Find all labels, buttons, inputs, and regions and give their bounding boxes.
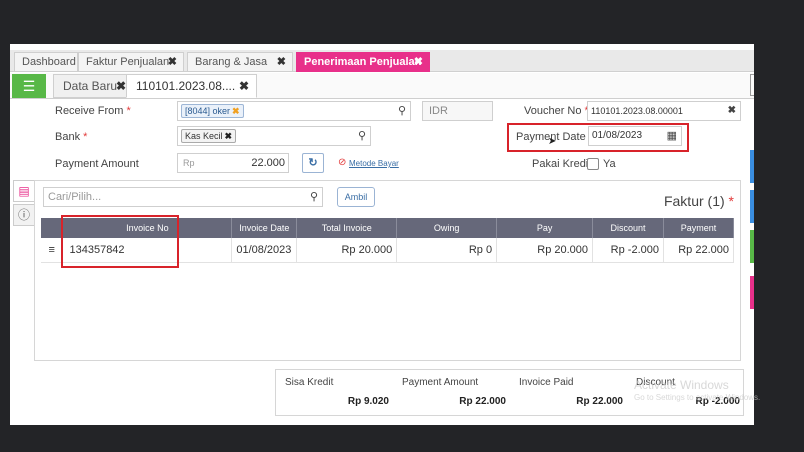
drag-handle-icon[interactable]: ≡ (41, 238, 64, 263)
payment-date-highlight (507, 123, 689, 152)
col-header[interactable]: Payment (663, 218, 735, 238)
tab-dashboard[interactable]: Dashboard (14, 52, 78, 72)
tab-label: Dashboard (22, 56, 76, 68)
invoice-no-highlight (61, 215, 179, 268)
faktur-title: Faktur (1) * (663, 193, 734, 209)
search-icon[interactable]: ⚲ (310, 188, 318, 206)
close-icon[interactable]: ✖ (239, 75, 249, 97)
payment-amount-field[interactable]: Rp 22.000 (177, 153, 289, 173)
chip-remove-icon[interactable]: ✖ (232, 106, 240, 116)
cursor-icon: ➤ (548, 136, 557, 147)
close-icon[interactable]: ✖ (168, 53, 177, 71)
windows-watermark-sub: Go to Settings to activate Windows. (634, 393, 761, 402)
invoice-search-input[interactable]: Cari/Pilih... ⚲ (43, 187, 323, 207)
clear-icon[interactable]: ✖ (728, 102, 736, 120)
refresh-button[interactable]: ↻ (302, 153, 324, 173)
col-header[interactable]: Pay (496, 218, 594, 238)
total-invoice-cell: Rp 20.000 (296, 238, 398, 263)
bank-field[interactable]: Kas Kecil ✖ ⚲ (177, 126, 371, 146)
close-icon[interactable]: ✖ (414, 53, 423, 71)
subtab-voucher[interactable]: 110101.2023.08.... ✖ (126, 74, 257, 98)
chip-remove-icon[interactable]: ✖ (225, 131, 233, 141)
summary-invoice-paid: Invoice Paid Rp 22.000 (510, 370, 627, 417)
pakai-kredit-label: Pakai Kredit (532, 158, 592, 170)
close-icon[interactable]: ✖ (116, 75, 126, 97)
tab-faktur-penjualan[interactable]: Faktur Penjualan ✖ (78, 52, 184, 72)
summary-value: Rp 22.000 (576, 396, 623, 407)
close-icon[interactable]: ✖ (277, 53, 286, 71)
invoice-date-cell: 01/08/2023 (231, 238, 298, 263)
summary-value: Rp 22.000 (459, 396, 506, 407)
tab-label: Barang & Jasa (195, 56, 268, 68)
list-icon[interactable]: ☰ (12, 74, 46, 98)
subtab-data-baru[interactable]: Data Baru ✖ (53, 74, 134, 98)
col-header[interactable]: Discount (592, 218, 664, 238)
col-header[interactable]: Owing (396, 218, 498, 238)
main-tab-bar: Dashboard Faktur Penjualan ✖ Barang & Ja… (10, 50, 754, 72)
ambil-button[interactable]: Ambil (337, 187, 375, 207)
voucher-no-label: Voucher No * (524, 105, 589, 117)
tab-label: Penerimaan Penjualan (304, 56, 422, 68)
summary-sisa-kredit: Sisa Kredit Rp 9.020 (276, 370, 393, 417)
bank-chip: Kas Kecil ✖ (181, 129, 237, 143)
document-icon[interactable]: ▤ (13, 180, 35, 202)
payment-cell: Rp 22.000 (663, 238, 735, 263)
pakai-kredit-checkbox[interactable] (587, 158, 599, 170)
info-icon[interactable]: ⓘ (13, 204, 35, 226)
warning-icon: ⊘ (338, 157, 347, 168)
tab-label: Faktur Penjualan (86, 56, 170, 68)
receive-from-field[interactable]: [8044] oker ✖ ⚲ (177, 101, 411, 121)
tab-penerimaan-penjualan[interactable]: Penerimaan Penjualan ✖ (296, 52, 430, 72)
handle-header (41, 218, 64, 238)
tab-barang-jasa[interactable]: Barang & Jasa ✖ (187, 52, 293, 72)
col-header[interactable]: Invoice Date (231, 218, 298, 238)
subtab-label: 110101.2023.08.... (136, 79, 236, 93)
subtab-label: Data Baru (63, 79, 118, 93)
windows-watermark: Activate Windows (634, 378, 729, 392)
owing-cell: Rp 0 (396, 238, 498, 263)
customer-chip: [8044] oker ✖ (181, 104, 244, 118)
summary-payment-amount: Payment Amount Rp 22.000 (393, 370, 510, 417)
payment-amount-label: Payment Amount (55, 158, 139, 170)
search-icon[interactable]: ⚲ (358, 127, 366, 145)
pay-cell[interactable]: Rp 20.000 (496, 238, 594, 263)
voucher-no-field[interactable]: 110101.2023.08.00001 ✖ (587, 101, 741, 121)
summary-label: Payment Amount (402, 377, 479, 388)
currency-field: IDR (422, 101, 493, 121)
ya-label: Ya (603, 158, 616, 170)
metode-bayar-link[interactable]: Metode Bayar (349, 159, 399, 168)
discount-cell[interactable]: Rp -2.000 (592, 238, 664, 263)
document-tab-bar: ☰ Data Baru ✖ 110101.2023.08.... ✖ (10, 73, 754, 99)
invoice-panel: Cari/Pilih... ⚲ Ambil Faktur (1) * Invoi… (34, 180, 741, 361)
bank-label: Bank * (55, 131, 88, 143)
app-window: Dashboard Faktur Penjualan ✖ Barang & Ja… (10, 44, 754, 425)
col-header[interactable]: Total Invoice (296, 218, 398, 238)
summary-label: Sisa Kredit (285, 377, 334, 388)
search-icon[interactable]: ⚲ (398, 102, 406, 120)
desktop-background (754, 0, 804, 452)
summary-label: Invoice Paid (519, 377, 574, 388)
receive-from-label: Receive From * (55, 105, 131, 117)
summary-value: Rp 9.020 (347, 396, 389, 407)
